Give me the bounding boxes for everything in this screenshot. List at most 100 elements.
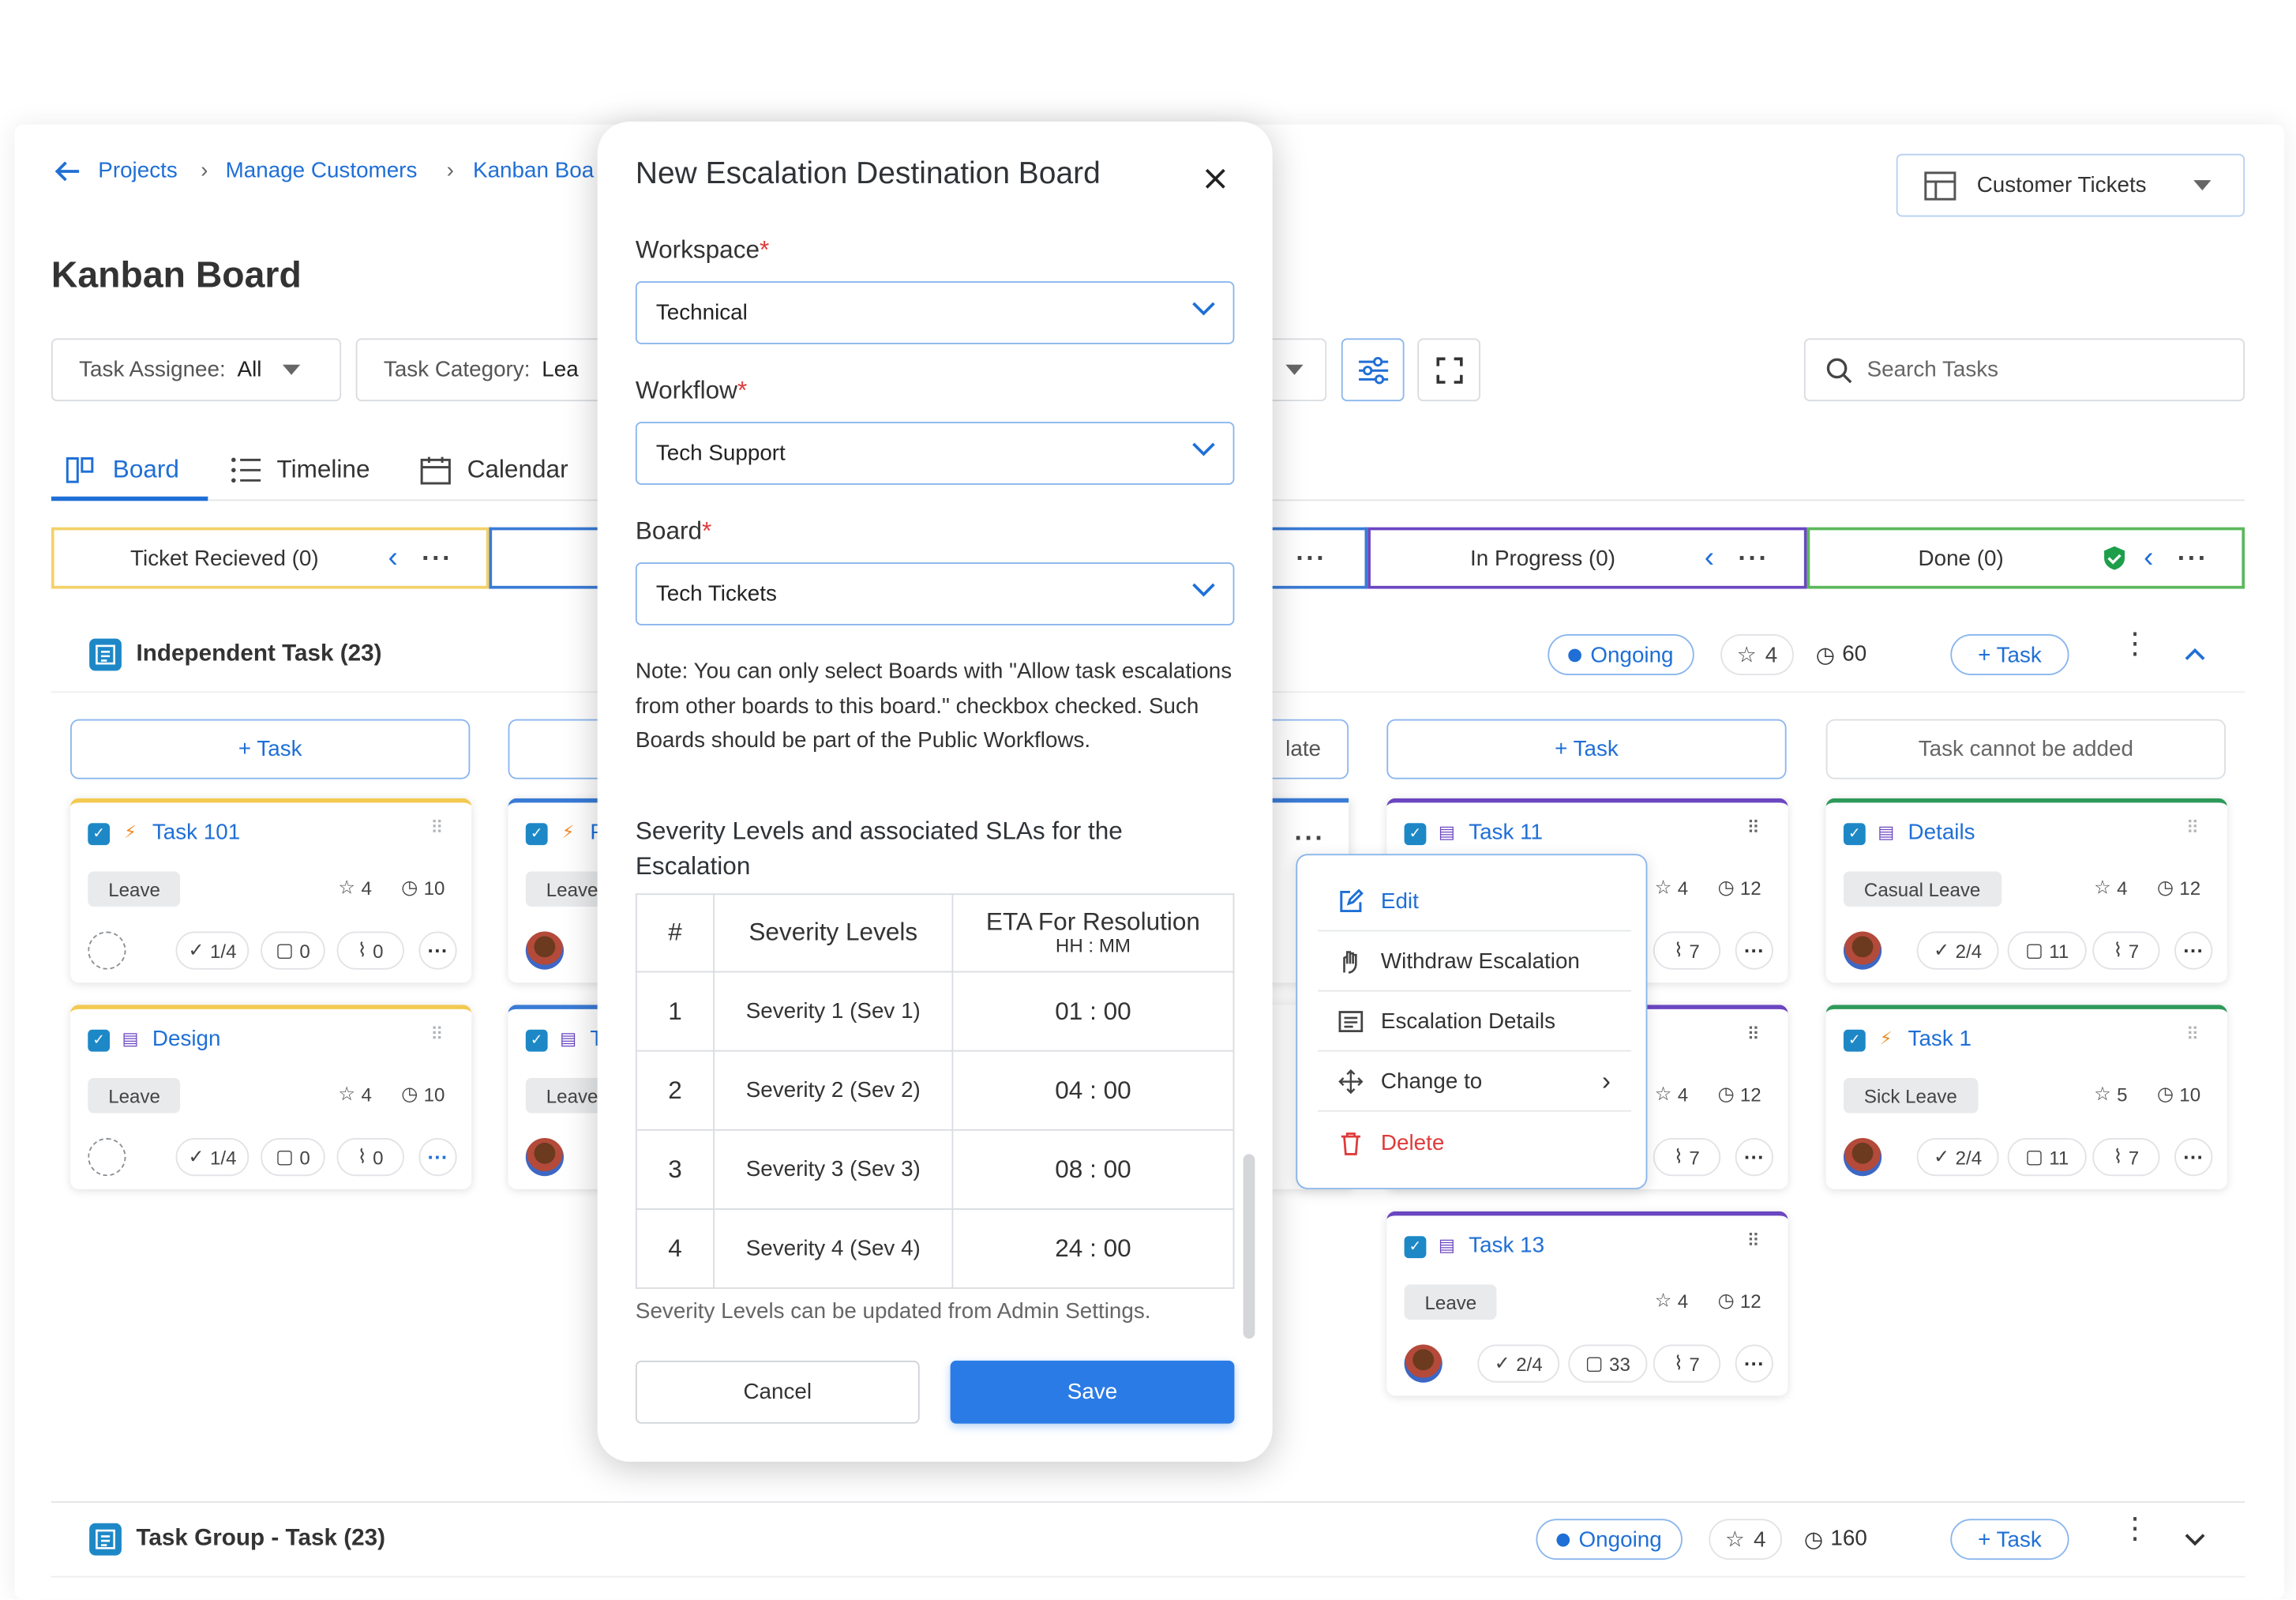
cancel-button[interactable]: Cancel [635,1360,920,1424]
checklist-chip[interactable]: ✓ 1/4 [175,1138,249,1177]
more-options-icon[interactable]: ··· [1296,543,1326,573]
add-task-button[interactable]: + Task [1386,719,1787,779]
eta-value-input[interactable]: 04 : 00 [951,1050,1235,1131]
drag-handle-icon[interactable]: ⠿ [430,819,451,843]
attachments-chip[interactable]: ⌇ 7 [1653,1138,1721,1177]
more-options-icon[interactable]: ··· [2178,543,2208,573]
avatar[interactable] [525,1138,565,1177]
workspace-select[interactable]: Technical [635,281,1235,344]
comments-chip[interactable]: ▢ 11 [2007,931,2087,970]
breadcrumb-kanban[interactable]: Kanban Boa [473,158,594,183]
more-options-icon[interactable]: ··· [1738,543,1769,573]
checklist-chip[interactable]: ✓ 2/4 [1477,1344,1560,1383]
attachments-chip[interactable]: ⌇ 7 [2092,1138,2160,1177]
checkbox-icon[interactable]: ✓ [525,823,548,846]
search-input[interactable]: Search Tasks [1803,338,2245,402]
more-options-icon[interactable]: ··· [422,543,452,573]
tab-calendar[interactable]: Calendar [420,439,568,501]
menu-item-withdraw-escalation[interactable]: Withdraw Escalation [1318,933,1632,992]
menu-item-edit[interactable]: Edit [1318,873,1632,932]
assign-user-icon[interactable] [88,931,126,970]
more-options-icon[interactable]: ··· [1294,823,1325,854]
status-badge[interactable]: Ongoing [1536,1519,1683,1561]
kebab-menu-icon[interactable]: ⋮ [2120,1515,2149,1544]
column-header-in-progress[interactable]: In Progress (0) ‹ ··· [1367,527,1807,589]
column-header-done[interactable]: Done (0) ‹ ··· [1806,527,2245,589]
drag-handle-icon[interactable]: ⠿ [430,1025,451,1050]
add-task-button-partial-right[interactable]: late [1259,719,1349,779]
drag-handle-icon[interactable]: ⠿ [2186,819,2207,843]
kebab-menu-icon[interactable]: ⋮ [2120,629,2149,659]
checkbox-icon[interactable]: ✓ [1404,823,1427,846]
drag-handle-icon[interactable]: ⠿ [1747,1232,1768,1256]
avatar[interactable] [1843,931,1882,970]
tab-timeline[interactable]: Timeline [230,439,370,501]
eta-value-input[interactable]: 24 : 00 [951,1208,1235,1290]
more-options-icon[interactable]: ··· [2174,1138,2213,1177]
comments-chip[interactable]: ▢ 0 [261,931,325,970]
more-options-icon[interactable]: ··· [1735,1344,1773,1383]
checklist-chip[interactable]: ✓ 2/4 [1916,1138,1999,1177]
modal-scrollbar[interactable] [1243,1154,1255,1339]
more-options-icon[interactable]: ··· [418,931,457,970]
collapse-chevron-icon[interactable]: ‹ [388,541,397,575]
chevron-down-icon[interactable] [2185,1532,2205,1547]
comments-chip[interactable]: ▢ 33 [1568,1344,1648,1383]
task-title[interactable]: Details [1908,821,1975,846]
chevron-up-icon[interactable] [2185,648,2205,663]
task-title[interactable]: Design [152,1027,221,1052]
checkbox-icon[interactable]: ✓ [88,823,111,846]
group-add-task-button[interactable]: + Task [1950,634,2069,675]
task-card[interactable]: ✓ ▤ Design ⠿ Leave ☆ 4 ◷ 10 ✓ 1/4 ▢ 0 ⌇ 0 ··· [70,1005,472,1189]
checkbox-icon[interactable]: ✓ [525,1029,548,1052]
eta-value-input[interactable]: 08 : 00 [951,1129,1235,1210]
filter-settings-button[interactable] [1341,338,1405,402]
attachments-chip[interactable]: ⌇ 7 [1653,1344,1721,1383]
checkbox-icon[interactable]: ✓ [1404,1236,1427,1259]
task-title[interactable]: Task 13 [1469,1234,1544,1259]
workflow-select[interactable]: Tech Support [635,422,1235,485]
checkbox-icon[interactable]: ✓ [1843,823,1866,846]
board-selector-dropdown[interactable]: Customer Tickets [1896,153,2245,217]
group-add-task-button[interactable]: + Task [1950,1519,2069,1561]
tab-board[interactable]: Board [66,439,179,501]
checklist-chip[interactable]: ✓ 2/4 [1916,931,1999,970]
task-title[interactable]: Task 11 [1469,821,1543,846]
more-options-icon[interactable]: ··· [2174,931,2213,970]
drag-handle-icon[interactable]: ⠿ [2186,1025,2207,1050]
avatar[interactable] [1843,1138,1882,1177]
collapse-chevron-icon[interactable]: ‹ [2144,541,2153,575]
assign-user-icon[interactable] [88,1138,126,1177]
menu-item-delete[interactable]: Delete [1318,1113,1631,1171]
back-arrow-icon[interactable] [53,158,82,190]
save-button[interactable]: Save [950,1360,1235,1424]
column-header-ticket-received[interactable]: Ticket Recieved (0) ‹ ··· [51,527,490,589]
drag-handle-icon[interactable]: ⠿ [1747,819,1768,843]
checkbox-icon[interactable]: ✓ [1843,1029,1866,1052]
status-badge[interactable]: Ongoing [1548,634,1694,675]
attachments-chip[interactable]: ⌇ 7 [1653,931,1721,970]
assignee-filter[interactable]: Task Assignee: All [51,338,342,402]
avatar[interactable] [525,931,565,970]
task-card[interactable]: ✓ ⚡ Task 101 ⠿ Leave ☆ 4 ◷ 10 ✓ 1/4 ▢ 0 ⌇ 0 ·… [70,798,472,983]
drag-handle-icon[interactable]: ⠿ [1747,1025,1768,1050]
group-task-group[interactable]: Task Group - Task (23) [51,1500,2245,1578]
menu-item-change-to[interactable]: Change to › [1318,1053,1632,1112]
comments-chip[interactable]: ▢ 11 [2007,1138,2087,1177]
collapse-chevron-icon[interactable]: ‹ [1705,541,1714,575]
checklist-chip[interactable]: ✓ 1/4 [175,931,249,970]
task-card[interactable]: ✓ ▤ Task 13 ⠿ Leave ☆ 4 ◷ 12 ✓ 2/4 ▢ 33 ⌇ 7 ·… [1386,1211,1788,1396]
avatar[interactable] [1404,1344,1443,1383]
comments-chip[interactable]: ▢ 0 [261,1138,325,1177]
task-card[interactable]: ✓ ▤ Details ⠿ Casual Leave ☆ 4 ◷ 12 ✓ 2/4 ▢… [1825,798,2227,983]
fullscreen-button[interactable] [1417,338,1481,402]
more-options-icon[interactable]: ··· [1735,1138,1773,1177]
breadcrumb-manage-customers[interactable]: Manage Customers [226,158,418,183]
task-title[interactable]: Task 101 [152,821,240,846]
task-title[interactable]: Task 1 [1908,1027,1971,1052]
attachments-chip[interactable]: ⌇ 0 [336,1138,404,1177]
board-select[interactable]: Tech Tickets [635,562,1235,625]
add-task-button[interactable]: + Task [70,719,471,779]
more-options-icon[interactable]: ··· [1735,931,1773,970]
task-card[interactable]: ✓ ⚡ Task 1 ⠿ Sick Leave ☆ 5 ◷ 10 ✓ 2/4 ▢ 11 … [1825,1005,2227,1189]
